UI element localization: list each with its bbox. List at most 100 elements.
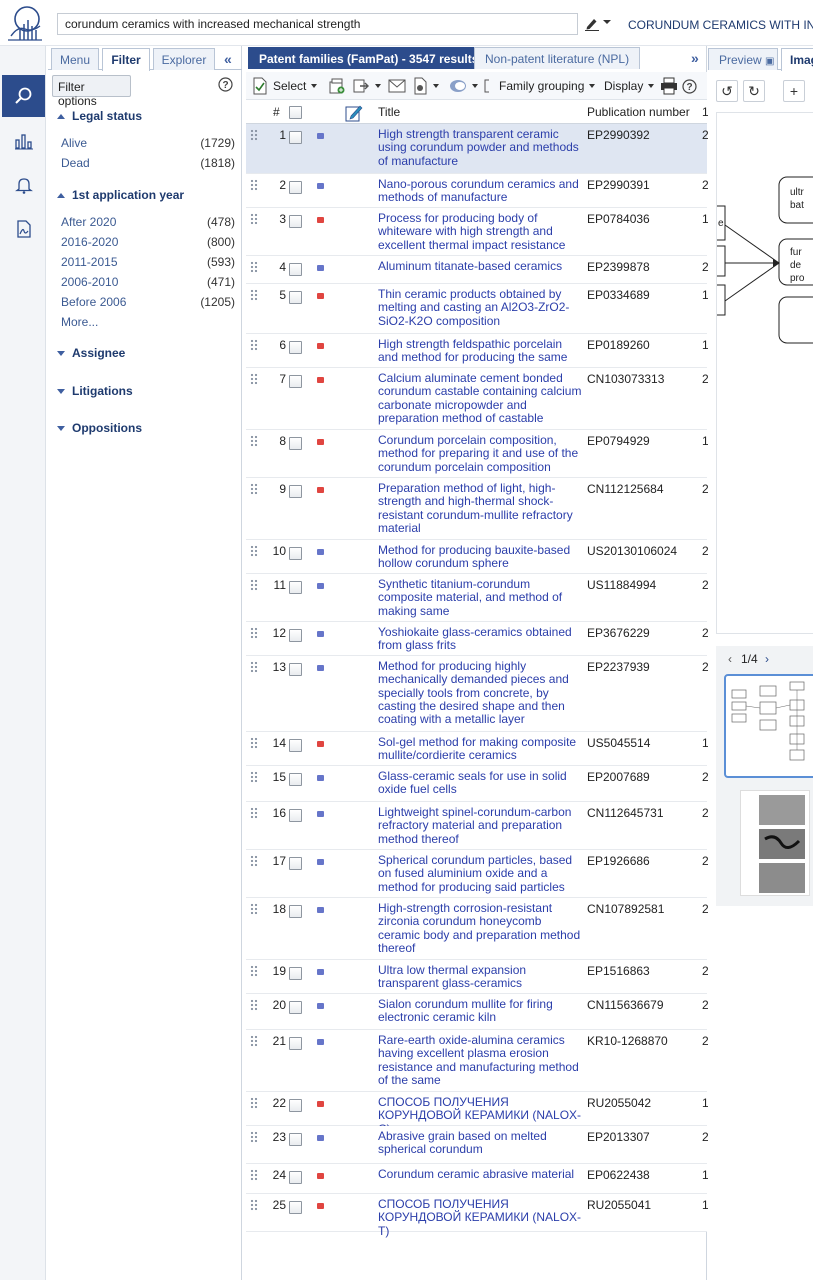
more-link[interactable]: More... — [61, 315, 235, 329]
row-checkbox[interactable] — [289, 291, 302, 304]
row-checkbox[interactable] — [289, 773, 302, 786]
table-row[interactable]: 21 Rare-earth oxide-alumina ceramics havi… — [246, 1030, 709, 1092]
export-menu[interactable] — [352, 76, 381, 96]
drag-handle-icon[interactable] — [250, 373, 258, 385]
table-row[interactable]: 18 High-strength corrosion-resistant zirc… — [246, 898, 709, 960]
litigations-section[interactable]: Litigations — [57, 384, 133, 398]
row-checkbox[interactable] — [289, 857, 302, 870]
previous-page-icon[interactable]: ‹ — [728, 652, 732, 666]
filter-item-dead[interactable]: Dead (1818) — [61, 156, 235, 170]
select-all-checkbox[interactable] — [289, 106, 302, 119]
expand-right-icon[interactable]: » — [691, 50, 699, 66]
assignee-section[interactable]: Assignee — [57, 346, 125, 360]
table-row[interactable]: 4 Aluminum titanate-based ceramics EP23998… — [246, 256, 709, 284]
row-checkbox[interactable] — [289, 215, 302, 228]
table-row[interactable]: 15 Glass-ceramic seals for use in solid o… — [246, 766, 709, 802]
help-icon[interactable]: ? — [218, 77, 233, 92]
filter-item-2006-2010[interactable]: 2006-2010 (471) — [61, 275, 235, 289]
add-to-folder-button[interactable] — [328, 76, 346, 96]
rotate-right-button[interactable]: ↻ — [743, 80, 765, 102]
result-title-link[interactable]: High-strength corrosion-resistant zircon… — [378, 901, 582, 955]
results-help-button[interactable]: ? — [682, 76, 697, 96]
table-row[interactable]: 23 Abrasive grain based on melted spheric… — [246, 1126, 709, 1164]
rotate-left-button[interactable]: ↺ — [716, 80, 738, 102]
row-checkbox[interactable] — [289, 1201, 302, 1214]
drag-handle-icon[interactable] — [250, 545, 258, 557]
tab-preview[interactable]: Preview ▣ — [708, 48, 778, 70]
result-title-link[interactable]: Thin ceramic products obtained by meltin… — [378, 287, 582, 328]
document-tools-menu[interactable] — [412, 76, 439, 96]
table-row[interactable]: 2 Nano-porous corundum ceramics and metho… — [246, 174, 709, 208]
result-title-link[interactable]: High strength feldspathic porcelain and … — [378, 337, 582, 365]
application-year-section[interactable]: 1st application year — [57, 188, 184, 202]
row-checkbox[interactable] — [289, 1001, 302, 1014]
tab-images[interactable]: Imag — [781, 48, 813, 71]
result-title-link[interactable]: Calcium aluminate cement bonded corundum… — [378, 371, 582, 425]
drag-handle-icon[interactable] — [250, 855, 258, 867]
result-title-link[interactable]: Preparation method of light, high-streng… — [378, 481, 582, 535]
row-checkbox[interactable] — [289, 967, 302, 980]
drag-handle-icon[interactable] — [250, 261, 258, 273]
row-checkbox[interactable] — [289, 581, 302, 594]
drag-handle-icon[interactable] — [250, 807, 258, 819]
search-input[interactable]: corundum ceramics with increased mechani… — [57, 13, 578, 35]
drag-handle-icon[interactable] — [250, 179, 258, 191]
drag-handle-icon[interactable] — [250, 1199, 258, 1211]
row-checkbox[interactable] — [289, 437, 302, 450]
drag-handle-icon[interactable] — [250, 435, 258, 447]
drag-handle-icon[interactable] — [250, 1169, 258, 1181]
result-title-link[interactable]: Synthetic titanium-corundum composite ma… — [378, 577, 582, 618]
annotate-note-icon[interactable] — [345, 104, 363, 122]
rail-analytics-button[interactable] — [2, 120, 45, 162]
filter-item-before-2006[interactable]: Before 2006 (1205) — [61, 295, 235, 309]
row-checkbox[interactable] — [289, 485, 302, 498]
row-checkbox[interactable] — [289, 341, 302, 354]
select-menu[interactable]: Select — [252, 76, 318, 96]
drag-handle-icon[interactable] — [250, 289, 258, 301]
result-title-link[interactable]: Method for producing bauxite-based hollo… — [378, 543, 582, 571]
result-title-link[interactable]: Glass-ceramic seals for use in solid oxi… — [378, 769, 582, 797]
table-row[interactable]: 25 СПОСОБ ПОЛУЧЕНИЯ КОРУНДОВОЙ КЕРАМИКИ (… — [246, 1194, 709, 1237]
result-title-link[interactable]: Rare-earth oxide-alumina ceramics having… — [378, 1033, 582, 1087]
drag-handle-icon[interactable] — [250, 627, 258, 639]
table-row[interactable]: 19 Ultra low thermal expansion transparen… — [246, 960, 709, 994]
result-title-link[interactable]: High strength transparent ceramic using … — [378, 127, 582, 168]
rail-alerts-button[interactable] — [2, 164, 45, 206]
drag-handle-icon[interactable] — [250, 579, 258, 591]
result-title-link[interactable]: Sialon corundum mullite for firing elect… — [378, 997, 582, 1025]
table-row[interactable]: 8 Corundum porcelain composition, method … — [246, 430, 709, 478]
family-grouping-menu[interactable]: Family grouping — [484, 76, 596, 96]
drag-handle-icon[interactable] — [250, 1131, 258, 1143]
result-title-link[interactable]: Sol-gel method for making composite mull… — [378, 735, 582, 763]
drag-handle-icon[interactable] — [250, 771, 258, 783]
column-header-publication-number[interactable]: Publication number — [587, 105, 690, 119]
table-row[interactable]: 10 Method for producing bauxite-based hol… — [246, 540, 709, 574]
table-row[interactable]: 3 Process for producing body of whiteware… — [246, 208, 709, 256]
drag-handle-icon[interactable] — [250, 999, 258, 1011]
row-checkbox[interactable] — [289, 663, 302, 676]
table-row[interactable]: 1 High strength transparent ceramic using… — [246, 124, 709, 174]
display-menu[interactable]: Display — [604, 76, 655, 96]
drag-handle-icon[interactable] — [250, 339, 258, 351]
row-checkbox[interactable] — [289, 1133, 302, 1146]
result-title-link[interactable]: Spherical corundum particles, based on f… — [378, 853, 582, 894]
table-row[interactable]: 7 Calcium aluminate cement bonded corundu… — [246, 368, 709, 430]
filter-item-after-2020[interactable]: After 2020 (478) — [61, 215, 235, 229]
row-checkbox[interactable] — [289, 131, 302, 144]
table-row[interactable]: 5 Thin ceramic products obtained by melti… — [246, 284, 709, 334]
row-checkbox[interactable] — [289, 1099, 302, 1112]
result-title-link[interactable]: Method for producing highly mechanically… — [378, 659, 582, 726]
drag-handle-icon[interactable] — [250, 1097, 258, 1109]
rail-reports-button[interactable] — [2, 208, 45, 250]
column-header-title[interactable]: Title — [378, 105, 400, 119]
drag-handle-icon[interactable] — [250, 661, 258, 673]
tab-explorer[interactable]: Explorer — [153, 48, 215, 70]
row-checkbox[interactable] — [289, 1171, 302, 1184]
filter-options-button[interactable]: Filter options — [52, 75, 131, 108]
table-row[interactable]: 12 Yoshiokaite glass-ceramics obtained fr… — [246, 622, 709, 656]
result-title-link[interactable]: СПОСОБ ПОЛУЧЕНИЯ КОРУНДОВОЙ КЕРАМИКИ (NA… — [378, 1197, 582, 1238]
edit-pen-icon[interactable] — [584, 15, 600, 31]
drag-handle-icon[interactable] — [250, 965, 258, 977]
collapse-left-icon[interactable]: « — [224, 51, 232, 67]
tab-filter[interactable]: Filter — [102, 48, 150, 71]
